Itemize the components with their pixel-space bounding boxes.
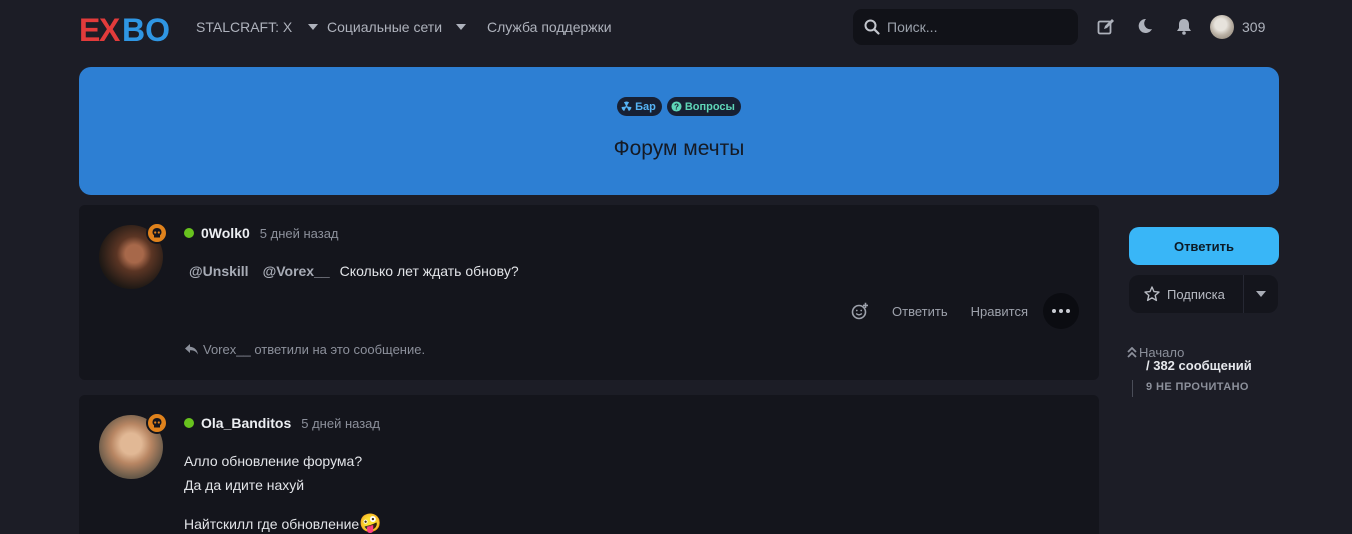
nav-support[interactable]: Служба поддержки bbox=[487, 19, 612, 35]
reply-arrow-icon bbox=[185, 344, 198, 355]
svg-text:BO: BO bbox=[122, 12, 169, 44]
exbo-logo[interactable]: E X BO bbox=[79, 12, 169, 44]
nav-social[interactable]: Социальные сети bbox=[327, 19, 467, 35]
post-header: Ola_Banditos 5 дней назад bbox=[184, 415, 380, 431]
online-status-dot bbox=[184, 418, 194, 428]
bell-icon[interactable] bbox=[1176, 18, 1192, 35]
discussion-title: Форум мечты bbox=[613, 137, 745, 160]
zany-face-emoji: 🤪 bbox=[359, 513, 382, 533]
reply-button[interactable]: Ответить bbox=[1129, 227, 1279, 265]
post-card: Ola_Banditos 5 дней назад Алло обновлени… bbox=[79, 395, 1099, 534]
user-count[interactable]: 309 bbox=[1242, 19, 1265, 35]
tag-bar[interactable]: Бар bbox=[617, 97, 662, 116]
author-name[interactable]: Ola_Banditos bbox=[201, 415, 291, 431]
skull-icon bbox=[152, 418, 162, 428]
dot bbox=[1059, 309, 1063, 313]
scrubber-handle[interactable] bbox=[1132, 380, 1133, 397]
dot bbox=[1052, 309, 1056, 313]
post-time[interactable]: 5 дней назад bbox=[301, 416, 380, 431]
post-content: @Unskill @Vorex__ Сколько лет ждать обнову… bbox=[184, 259, 519, 283]
skull-icon bbox=[152, 228, 162, 238]
question-icon: ? bbox=[671, 101, 682, 112]
moon-icon[interactable] bbox=[1137, 18, 1153, 34]
subscription-control: Подписка bbox=[1129, 275, 1278, 313]
post-actions: Ответить Нравится bbox=[851, 293, 1079, 329]
top-header: E X BO STALCRAFT: X Социальные сети Служ… bbox=[0, 0, 1352, 56]
like-link[interactable]: Нравится bbox=[971, 304, 1028, 319]
post-content: Алло обновление форума? Да да идите наху… bbox=[184, 449, 382, 534]
post-time[interactable]: 5 дней назад bbox=[260, 226, 339, 241]
post-header: 0Wolk0 5 дней назад bbox=[184, 225, 339, 241]
post-line: Алло обновление форума? bbox=[184, 453, 363, 469]
double-chevron-up-icon bbox=[1127, 347, 1137, 358]
user-avatar[interactable] bbox=[1210, 15, 1234, 39]
author-name[interactable]: 0Wolk0 bbox=[201, 225, 250, 241]
chevron-down-icon bbox=[308, 24, 319, 30]
star-icon bbox=[1144, 286, 1160, 302]
add-reaction-icon[interactable] bbox=[851, 302, 869, 320]
divider bbox=[1243, 275, 1244, 313]
unread-count[interactable]: 9 НЕ ПРОЧИТАНО bbox=[1146, 381, 1249, 393]
post-line: Найтскилл где обновление bbox=[184, 516, 360, 532]
replied-notice[interactable]: Vorex__ ответили на это сообщение. bbox=[184, 342, 425, 357]
post-line-row: Найтскилл где обновление🤪 bbox=[184, 511, 382, 534]
post-line: Да да идите нахуй bbox=[184, 477, 305, 493]
edit-icon[interactable] bbox=[1097, 18, 1115, 36]
reply-link[interactable]: Ответить bbox=[892, 304, 948, 319]
chevron-down-icon bbox=[456, 24, 467, 30]
online-status-dot bbox=[184, 228, 194, 238]
svg-text:X: X bbox=[99, 12, 121, 44]
tag-list: Бар ? Вопросы bbox=[79, 97, 1279, 116]
search-box bbox=[853, 9, 1078, 45]
dot bbox=[1066, 309, 1070, 313]
search-input[interactable] bbox=[887, 9, 1072, 45]
discussion-hero: Бар ? Вопросы Форум мечты bbox=[79, 67, 1279, 195]
post-card: 0Wolk0 5 дней назад @Unskill @Vorex__ Скол… bbox=[79, 205, 1099, 380]
svg-text:?: ? bbox=[674, 103, 679, 112]
mention-link[interactable]: @Unskill bbox=[189, 263, 249, 279]
skull-badge-icon bbox=[146, 412, 168, 434]
radiation-icon bbox=[621, 101, 632, 112]
post-text: Сколько лет ждать обнову? bbox=[339, 263, 519, 279]
chevron-down-icon[interactable] bbox=[1256, 291, 1266, 297]
more-options-button[interactable] bbox=[1043, 293, 1079, 329]
tag-questions[interactable]: ? Вопросы bbox=[666, 97, 741, 116]
message-count: / 382 сообщений bbox=[1146, 358, 1252, 373]
search-icon bbox=[864, 19, 880, 35]
subscribe-button[interactable]: Подписка bbox=[1129, 275, 1243, 313]
nav-stalcraft[interactable]: STALCRAFT: X bbox=[196, 19, 319, 35]
mention-link[interactable]: @Vorex__ bbox=[263, 263, 330, 279]
skull-badge-icon bbox=[146, 222, 168, 244]
svg-text:E: E bbox=[79, 12, 100, 44]
